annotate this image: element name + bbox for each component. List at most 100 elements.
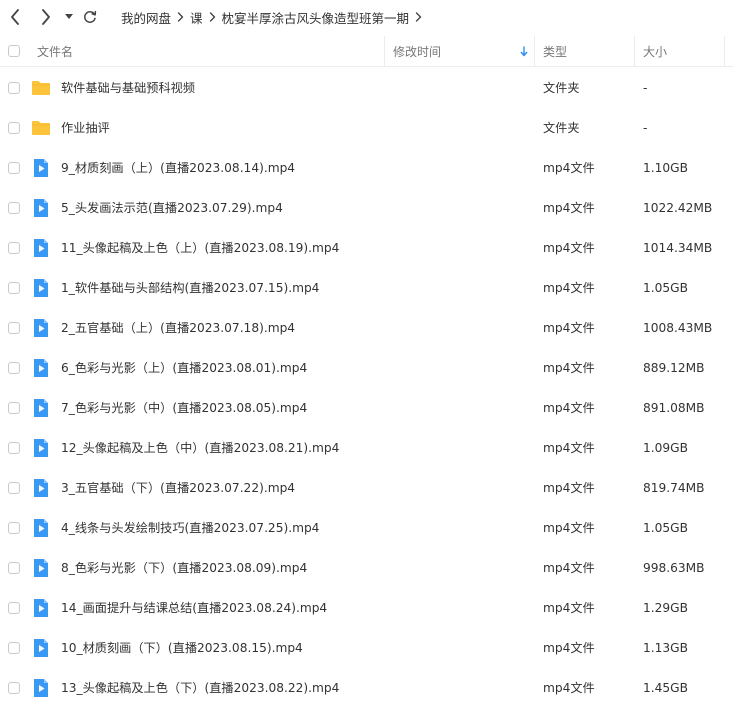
video-file-icon bbox=[31, 198, 51, 218]
file-row[interactable]: 4_线条与头发绘制技巧(直播2023.07.25).mp4 mp4文件 1.05GB bbox=[0, 508, 733, 548]
file-row[interactable]: 8_色彩与光影（下）(直播2023.08.09).mp4 mp4文件 998.63M… bbox=[0, 548, 733, 588]
chevron-left-icon bbox=[11, 9, 19, 25]
column-type[interactable]: 类型 bbox=[543, 36, 567, 66]
row-checkbox[interactable] bbox=[8, 362, 20, 374]
file-row[interactable]: 5_头发画法示范(直播2023.07.29).mp4 mp4文件 1022.42MB bbox=[0, 188, 733, 228]
video-file-icon bbox=[31, 438, 51, 458]
row-checkbox[interactable] bbox=[8, 242, 20, 254]
file-name[interactable]: 软件基础与基础预科视频 bbox=[61, 68, 195, 108]
select-all-checkbox[interactable] bbox=[8, 36, 20, 66]
column-divider[interactable] bbox=[384, 36, 385, 66]
file-row[interactable]: 7_色彩与光影（中）(直播2023.08.05).mp4 mp4文件 891.08M… bbox=[0, 388, 733, 428]
file-type: mp4文件 bbox=[543, 161, 595, 175]
row-checkbox[interactable] bbox=[8, 482, 20, 494]
file-type: mp4文件 bbox=[543, 561, 595, 575]
file-row[interactable]: 6_色彩与光影（上）(直播2023.08.01).mp4 mp4文件 889.12M… bbox=[0, 348, 733, 388]
video-file-icon bbox=[31, 358, 51, 378]
video-file-icon bbox=[31, 478, 51, 498]
file-type: mp4文件 bbox=[543, 521, 595, 535]
file-size: 1.05GB bbox=[643, 281, 688, 295]
breadcrumb-item-course[interactable]: 课 bbox=[190, 8, 203, 27]
row-checkbox[interactable] bbox=[8, 642, 20, 654]
file-name[interactable]: 9_材质刻画（上）(直播2023.08.14).mp4 bbox=[61, 148, 295, 188]
file-row[interactable]: 9_材质刻画（上）(直播2023.08.14).mp4 mp4文件 1.10GB bbox=[0, 148, 733, 188]
file-name[interactable]: 6_色彩与光影（上）(直播2023.08.01).mp4 bbox=[61, 348, 307, 388]
file-size: 1.05GB bbox=[643, 521, 688, 535]
file-size: - bbox=[643, 121, 648, 135]
refresh-icon bbox=[84, 10, 97, 23]
file-name[interactable]: 10_材质刻画（下）(直播2023.08.15).mp4 bbox=[61, 628, 303, 668]
file-row[interactable]: 3_五官基础（下）(直播2023.07.22).mp4 mp4文件 819.74MB bbox=[0, 468, 733, 508]
file-row[interactable]: 11_头像起稿及上色（上）(直播2023.08.19).mp4 mp4文件 1014… bbox=[0, 228, 733, 268]
file-name[interactable]: 11_头像起稿及上色（上）(直播2023.08.19).mp4 bbox=[61, 228, 339, 268]
column-header: 文件名 修改时间 类型 大小 bbox=[0, 36, 733, 67]
file-size: 1.45GB bbox=[643, 681, 688, 695]
history-dropdown-button[interactable] bbox=[62, 7, 76, 27]
file-name[interactable]: 1_软件基础与头部结构(直播2023.07.15).mp4 bbox=[61, 268, 319, 308]
column-size[interactable]: 大小 bbox=[643, 36, 667, 66]
file-type: mp4文件 bbox=[543, 201, 595, 215]
file-type: mp4文件 bbox=[543, 681, 595, 695]
back-button[interactable] bbox=[6, 7, 24, 27]
file-row[interactable]: 2_五官基础（上）(直播2023.07.18).mp4 mp4文件 1008.43M… bbox=[0, 308, 733, 348]
video-file-icon bbox=[31, 638, 51, 658]
file-name[interactable]: 13_头像起稿及上色（下）(直播2023.08.22).mp4 bbox=[61, 668, 339, 708]
column-divider[interactable] bbox=[634, 36, 635, 66]
row-checkbox[interactable] bbox=[8, 122, 20, 134]
video-file-icon bbox=[31, 318, 51, 338]
row-checkbox[interactable] bbox=[8, 282, 20, 294]
column-modified[interactable]: 修改时间 bbox=[393, 36, 441, 66]
file-name[interactable]: 3_五官基础（下）(直播2023.07.22).mp4 bbox=[61, 468, 295, 508]
row-checkbox[interactable] bbox=[8, 402, 20, 414]
file-type: mp4文件 bbox=[543, 281, 595, 295]
file-row[interactable]: 软件基础与基础预科视频 文件夹 - bbox=[0, 68, 733, 108]
row-checkbox[interactable] bbox=[8, 82, 20, 94]
row-checkbox[interactable] bbox=[8, 442, 20, 454]
file-name[interactable]: 作业抽评 bbox=[61, 108, 110, 148]
file-size: 1.09GB bbox=[643, 441, 688, 455]
video-file-icon bbox=[31, 238, 51, 258]
breadcrumb-item-current[interactable]: 枕宴半厚涂古风头像造型班第一期 bbox=[222, 8, 410, 27]
row-checkbox[interactable] bbox=[8, 522, 20, 534]
file-size: 819.74MB bbox=[643, 481, 705, 495]
forward-button[interactable] bbox=[37, 7, 55, 27]
breadcrumb-separator-icon bbox=[415, 12, 422, 22]
file-row[interactable]: 14_画面提升与结课总结(直播2023.08.24).mp4 mp4文件 1.29G… bbox=[0, 588, 733, 628]
file-row[interactable]: 13_头像起稿及上色（下）(直播2023.08.22).mp4 mp4文件 1.45… bbox=[0, 668, 733, 708]
video-file-icon bbox=[31, 518, 51, 538]
file-row[interactable]: 1_软件基础与头部结构(直播2023.07.15).mp4 mp4文件 1.05GB bbox=[0, 268, 733, 308]
row-checkbox[interactable] bbox=[8, 682, 20, 694]
file-type: mp4文件 bbox=[543, 321, 595, 335]
file-size: 1.29GB bbox=[643, 601, 688, 615]
video-file-icon bbox=[31, 398, 51, 418]
file-size: - bbox=[643, 81, 648, 95]
row-checkbox[interactable] bbox=[8, 322, 20, 334]
row-checkbox[interactable] bbox=[8, 602, 20, 614]
file-name[interactable]: 8_色彩与光影（下）(直播2023.08.09).mp4 bbox=[61, 548, 307, 588]
file-name[interactable]: 12_头像起稿及上色（中）(直播2023.08.21).mp4 bbox=[61, 428, 339, 468]
folder-icon bbox=[31, 78, 51, 98]
row-checkbox[interactable] bbox=[8, 162, 20, 174]
row-checkbox[interactable] bbox=[8, 202, 20, 214]
row-checkbox[interactable] bbox=[8, 562, 20, 574]
sort-down-arrow-icon[interactable] bbox=[520, 36, 528, 66]
column-divider[interactable] bbox=[534, 36, 535, 66]
file-size: 891.08MB bbox=[643, 401, 705, 415]
column-name[interactable]: 文件名 bbox=[37, 36, 73, 66]
file-row[interactable]: 10_材质刻画（下）(直播2023.08.15).mp4 mp4文件 1.13GB bbox=[0, 628, 733, 668]
file-name[interactable]: 2_五官基础（上）(直播2023.07.18).mp4 bbox=[61, 308, 295, 348]
file-size: 1022.42MB bbox=[643, 201, 713, 215]
breadcrumb: 我的网盘 课 枕宴半厚涂古风头像造型班第一期 bbox=[121, 0, 428, 34]
file-row[interactable]: 作业抽评 文件夹 - bbox=[0, 108, 733, 148]
video-file-icon bbox=[31, 158, 51, 178]
refresh-button[interactable] bbox=[81, 7, 99, 27]
file-name[interactable]: 5_头发画法示范(直播2023.07.29).mp4 bbox=[61, 188, 283, 228]
file-name[interactable]: 7_色彩与光影（中）(直播2023.08.05).mp4 bbox=[61, 388, 307, 428]
file-row[interactable]: 12_头像起稿及上色（中）(直播2023.08.21).mp4 mp4文件 1.09… bbox=[0, 428, 733, 468]
file-size: 889.12MB bbox=[643, 361, 705, 375]
file-name[interactable]: 14_画面提升与结课总结(直播2023.08.24).mp4 bbox=[61, 588, 327, 628]
breadcrumb-item-root[interactable]: 我的网盘 bbox=[121, 8, 171, 27]
file-name[interactable]: 4_线条与头发绘制技巧(直播2023.07.25).mp4 bbox=[61, 508, 319, 548]
file-type: mp4文件 bbox=[543, 441, 595, 455]
column-divider[interactable] bbox=[724, 36, 725, 66]
